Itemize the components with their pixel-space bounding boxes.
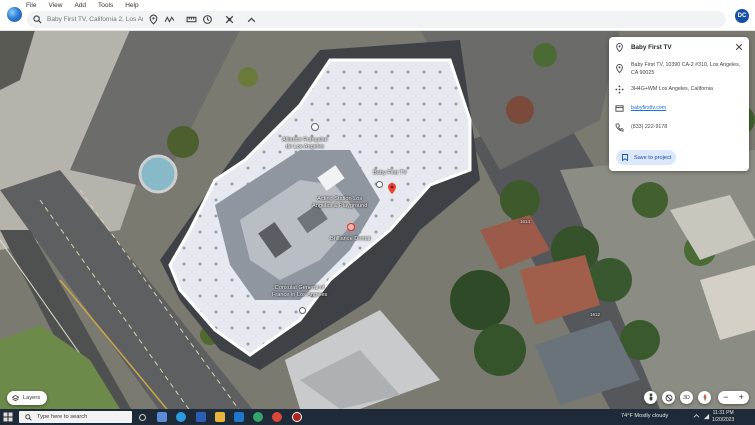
menu-bar: File View Add Tools Help	[26, 1, 151, 10]
street-view-pegman-icon[interactable]	[644, 391, 657, 404]
place-pin-icon	[616, 43, 623, 52]
address-label-1612: 1612	[590, 312, 601, 317]
poi-pin-alliance[interactable]	[311, 123, 319, 131]
taskbar-search-text: Type here to search	[37, 414, 88, 420]
compass-icon[interactable]	[698, 391, 711, 404]
search-input[interactable]	[47, 13, 143, 26]
poi-label-brilliance-dental[interactable]: Brilliance Dental	[330, 236, 370, 243]
outlook-icon[interactable]	[234, 412, 244, 422]
edge-browser-icon[interactable]	[176, 412, 186, 422]
poi-pin-dental[interactable]	[347, 223, 355, 231]
weather-status[interactable]: 74°F Mostly cloudy	[621, 413, 668, 419]
close-icon[interactable]	[735, 43, 743, 51]
zoom-in-button[interactable]: +	[739, 393, 744, 402]
windows-start-icon[interactable]	[3, 412, 13, 422]
browser-icon[interactable]	[253, 412, 263, 422]
website-icon	[615, 105, 624, 112]
measure-tool-icon[interactable]	[185, 13, 198, 26]
hide-labels-icon[interactable]	[662, 391, 675, 404]
path-tool-icon[interactable]	[163, 13, 176, 26]
menu-help[interactable]: Help	[125, 1, 144, 10]
save-button-label: Save to project	[634, 154, 672, 161]
poi-label-acting-station[interactable]: Acting Station Los Angeles & Playground	[312, 196, 367, 210]
app-icon[interactable]	[292, 412, 302, 422]
poi-pin-small[interactable]	[376, 181, 383, 188]
menu-add[interactable]: Add	[74, 1, 92, 10]
address-pin-icon	[616, 64, 623, 73]
3d-toggle-button[interactable]: 3D	[680, 391, 693, 404]
avatar[interactable]: DC	[735, 9, 749, 23]
layers-button[interactable]: Layers	[7, 391, 47, 405]
system-clock[interactable]: 11:31 PM 1/20/2023	[712, 410, 734, 424]
network-icon[interactable]	[703, 413, 710, 420]
pin-tool-icon[interactable]	[147, 13, 160, 26]
place-plus-code: 3H4G+WM Los Angeles, California	[631, 86, 713, 92]
chrome-icon[interactable]	[272, 412, 282, 422]
tray-chevron-icon[interactable]	[693, 413, 700, 420]
windows-taskbar: Type here to search 74°F Mostly cloudy 1…	[0, 409, 755, 425]
word-icon[interactable]	[196, 412, 206, 422]
taskbar-search-box[interactable]: Type here to search	[19, 411, 132, 423]
location-pin-icon[interactable]	[388, 181, 396, 194]
address-label-1614: 1614	[520, 219, 531, 224]
place-title: Baby First TV	[631, 44, 672, 51]
plus-code-icon	[615, 85, 624, 94]
zoom-controls: − +	[718, 391, 749, 404]
poi-label-alliance-francaise[interactable]: Alliance Française de Los Angeles	[282, 137, 328, 151]
menu-tools[interactable]: Tools	[98, 1, 119, 10]
satellite-icon[interactable]	[223, 13, 236, 26]
history-icon[interactable]	[201, 13, 214, 26]
poi-label-consulate-france[interactable]: Consulat General of France in Los Angele…	[272, 285, 327, 299]
phone-icon	[615, 123, 624, 132]
task-view-icon[interactable]	[139, 414, 146, 421]
chevron-up-icon[interactable]	[245, 13, 258, 26]
poi-label-baby-first-tv[interactable]: Baby First TV	[373, 170, 407, 177]
bookmark-icon	[622, 154, 628, 161]
menu-file[interactable]: File	[26, 1, 42, 10]
search-icon[interactable]	[33, 15, 42, 24]
place-address: Baby First TV, 10390 CA-2 #310, Los Ange…	[631, 62, 741, 76]
widgets-icon[interactable]	[157, 412, 167, 422]
search-bar	[27, 11, 726, 28]
poi-pin-consulate[interactable]	[299, 307, 306, 314]
menu-view[interactable]: View	[48, 1, 68, 10]
zoom-out-button[interactable]: −	[723, 393, 728, 402]
top-app-bar: File View Add Tools Help DC	[0, 0, 755, 31]
search-icon	[25, 413, 32, 421]
save-to-project-button[interactable]: Save to project	[616, 150, 676, 165]
place-website-link[interactable]: babyfirsttv.com	[631, 105, 666, 113]
google-earth-logo[interactable]	[7, 7, 22, 22]
layers-icon	[12, 394, 19, 401]
explorer-icon[interactable]	[215, 412, 225, 422]
layers-label: Layers	[23, 395, 41, 401]
place-phone: (833) 222-9178	[631, 124, 668, 130]
